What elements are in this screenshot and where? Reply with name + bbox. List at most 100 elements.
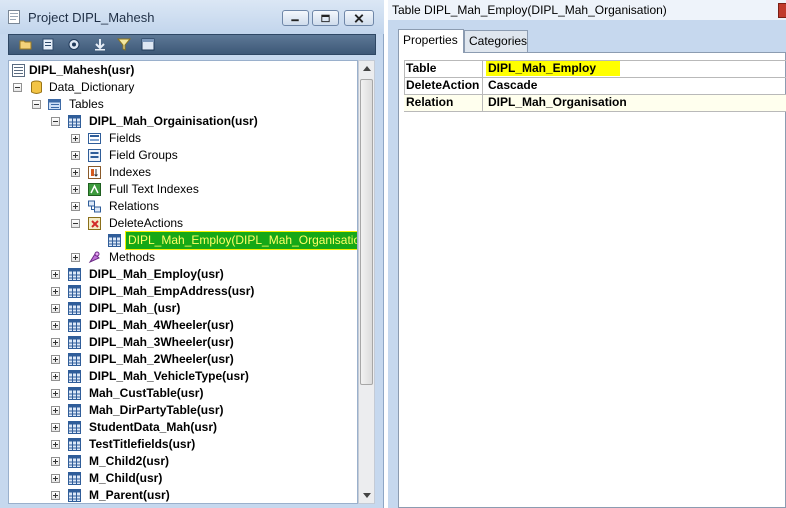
tree-label-table: DIPL_Mah_EmpAddress(usr) xyxy=(89,284,255,298)
grid-divider xyxy=(482,61,483,77)
properties-title-bar[interactable]: Table DIPL_Mah_Employ(DIPL_Mah_Organisat… xyxy=(388,0,786,20)
database-icon xyxy=(31,80,42,94)
tree-label-relations: Relations xyxy=(109,199,160,213)
import-icon[interactable] xyxy=(93,38,107,51)
table-icon xyxy=(68,455,81,468)
tree-label-table: DIPL_Mah_4Wheeler(usr) xyxy=(89,318,234,332)
property-grid: Table DIPL_Mah_Employ DeleteAction Casca… xyxy=(398,52,786,508)
maximize-button[interactable] xyxy=(312,10,339,26)
tab-categories[interactable]: Categories xyxy=(464,30,528,52)
tree-label-org-table: DIPL_Mah_Orgainisation(usr) xyxy=(89,114,258,128)
indexes-icon xyxy=(88,166,101,179)
property-value[interactable]: Cascade xyxy=(486,78,539,93)
filter-icon[interactable] xyxy=(117,38,131,51)
expand-toggle[interactable] xyxy=(71,168,80,177)
fields-icon xyxy=(88,133,101,144)
expand-toggle[interactable] xyxy=(51,372,60,381)
table-icon xyxy=(68,489,81,502)
project-tree: DIPL_Mahesh(usr) Data_Dictionary Tables … xyxy=(8,60,358,504)
grid-divider xyxy=(482,95,483,111)
expand-toggle[interactable] xyxy=(71,202,80,211)
property-name: DeleteAction xyxy=(406,78,480,92)
table-icon xyxy=(68,285,81,298)
expand-toggle[interactable] xyxy=(51,440,60,449)
collapse-toggle[interactable] xyxy=(51,117,60,126)
expand-toggle[interactable] xyxy=(51,389,60,398)
tree-label-table: Mah_DirPartyTable(usr) xyxy=(89,403,224,417)
tree-label-table: M_Child(usr) xyxy=(89,471,163,485)
table-icon xyxy=(68,404,81,417)
expand-toggle[interactable] xyxy=(51,287,60,296)
collapse-toggle[interactable] xyxy=(32,100,41,109)
project-window: Project DIPL_Mahesh DIPL_Mahesh(usr) Dat… xyxy=(0,0,384,508)
tree-label-table: DIPL_Mah_2Wheeler(usr) xyxy=(89,352,234,366)
expand-toggle[interactable] xyxy=(51,406,60,415)
table-icon xyxy=(68,319,81,332)
expand-toggle[interactable] xyxy=(71,151,80,160)
tree-label-table: DIPL_Mah_(usr) xyxy=(89,301,181,315)
expand-toggle[interactable] xyxy=(51,491,60,500)
table-icon xyxy=(68,353,81,366)
table-icon xyxy=(68,438,81,451)
expand-toggle[interactable] xyxy=(51,338,60,347)
properties-title: Table DIPL_Mah_Employ(DIPL_Mah_Organisat… xyxy=(392,3,667,17)
tree-label-table: DIPL_Mah_Employ(usr) xyxy=(89,267,224,281)
full-text-index-icon xyxy=(88,183,101,196)
scroll-down-icon[interactable] xyxy=(363,493,371,498)
scroll-up-icon[interactable] xyxy=(363,66,371,71)
tab-properties[interactable]: Properties xyxy=(398,29,464,53)
grid-divider xyxy=(482,78,483,94)
properties-icon[interactable] xyxy=(41,38,55,51)
project-title: Project DIPL_Mahesh xyxy=(28,10,155,25)
table-icon xyxy=(68,370,81,383)
tree-label-table: M_Child2(usr) xyxy=(89,454,170,468)
tree-label-tables: Tables xyxy=(69,97,104,111)
expand-toggle[interactable] xyxy=(51,321,60,330)
expand-toggle[interactable] xyxy=(71,253,80,262)
expand-toggle[interactable] xyxy=(51,355,60,364)
expand-toggle[interactable] xyxy=(71,185,80,194)
layout-icon[interactable] xyxy=(141,38,155,51)
table-icon xyxy=(68,302,81,315)
close-icon[interactable] xyxy=(778,3,786,18)
property-name: Table xyxy=(406,61,437,75)
tree-label-table: TestTitlefields(usr) xyxy=(89,437,196,451)
property-row-delete-action[interactable]: DeleteAction Cascade xyxy=(404,78,786,95)
tree-label-table: StudentData_Mah(usr) xyxy=(89,420,218,434)
close-button[interactable] xyxy=(344,10,374,26)
properties-window: Table DIPL_Mah_Employ(DIPL_Mah_Organisat… xyxy=(388,0,786,508)
collapse-toggle[interactable] xyxy=(13,83,22,92)
property-row-table[interactable]: Table DIPL_Mah_Employ xyxy=(404,61,786,78)
tree-label-indexes: Indexes xyxy=(109,165,152,179)
minimize-button[interactable] xyxy=(282,10,309,26)
relations-icon xyxy=(88,200,101,213)
tree-label-table: DIPL_Mah_3Wheeler(usr) xyxy=(89,335,234,349)
tree-scrollbar[interactable] xyxy=(358,60,375,504)
expand-toggle[interactable] xyxy=(71,134,80,143)
expand-toggle[interactable] xyxy=(51,423,60,432)
project-toolbar xyxy=(8,34,376,55)
expand-toggle[interactable] xyxy=(51,304,60,313)
expand-toggle[interactable] xyxy=(51,474,60,483)
project-icon xyxy=(8,10,20,24)
table-icon xyxy=(68,421,81,434)
table-icon xyxy=(68,268,81,281)
tree-label-table: DIPL_Mah_VehicleType(usr) xyxy=(89,369,249,383)
expand-toggle[interactable] xyxy=(51,457,60,466)
tree-label-fields: Fields xyxy=(109,131,142,145)
property-value[interactable]: DIPL_Mah_Organisation xyxy=(486,95,629,110)
tree-label-root: DIPL_Mahesh(usr) xyxy=(29,63,135,77)
expand-toggle[interactable] xyxy=(51,270,60,279)
collapse-toggle[interactable] xyxy=(71,219,80,228)
scroll-thumb[interactable] xyxy=(360,79,373,385)
property-name: Relation xyxy=(406,95,454,109)
property-value[interactable]: DIPL_Mah_Employ xyxy=(486,61,621,76)
property-row-relation[interactable]: Relation DIPL_Mah_Organisation xyxy=(404,95,786,112)
methods-icon xyxy=(88,251,100,264)
table-icon xyxy=(68,387,81,400)
tree-label-data-dictionary: Data_Dictionary xyxy=(49,80,135,94)
compile-icon[interactable] xyxy=(67,38,81,51)
project-title-bar[interactable]: Project DIPL_Mahesh xyxy=(0,0,384,34)
open-folder-icon[interactable] xyxy=(19,38,33,51)
delete-actions-icon xyxy=(88,217,101,230)
